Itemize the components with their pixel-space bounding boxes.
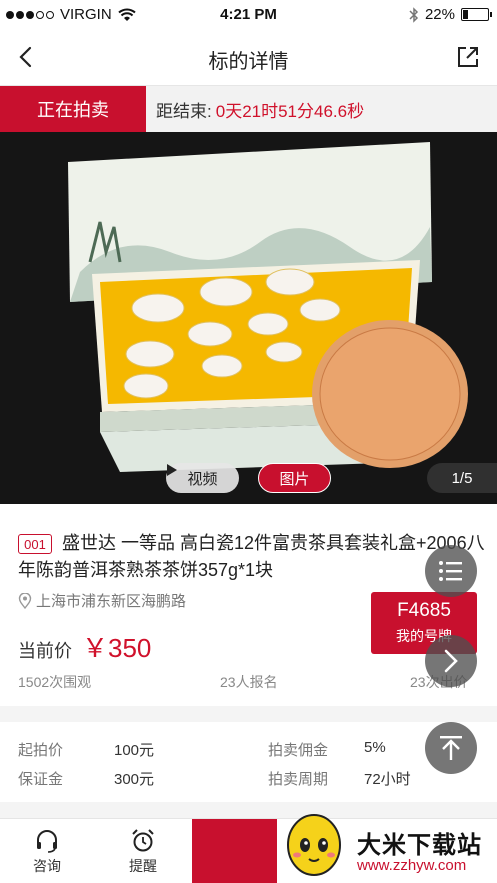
price-value: ￥350 xyxy=(82,633,152,663)
countdown-label: 距结束: xyxy=(156,101,212,121)
start-price-label: 起拍价 xyxy=(18,742,64,759)
product-image-carousel[interactable]: 视频 图片 1/5 xyxy=(0,132,497,504)
current-price: 当前价 ￥350 xyxy=(18,628,151,665)
nav-bar: 标的详情 xyxy=(0,30,497,86)
remind-button[interactable]: 提醒 xyxy=(98,819,188,883)
item-info-card: 盛世达 一等品 高白瓷12件富贵茶具套装礼盒+2006八年陈韵普洱茶熟茶茶饼35… xyxy=(0,504,497,706)
consult-label: 咨询 xyxy=(33,858,61,874)
product-photo xyxy=(0,132,497,504)
mascot-logo xyxy=(287,814,341,876)
watermark-name: 大米下载站 xyxy=(357,832,482,859)
auction-status-bar: 正在拍卖 距结束: 0天21时51分46.6秒 xyxy=(0,86,497,132)
price-label: 当前价 xyxy=(18,641,72,661)
image-counter: 1/5 xyxy=(427,463,497,493)
commission-label: 拍卖佣金 xyxy=(268,742,329,759)
start-price-value: 100元 xyxy=(114,742,155,759)
video-button[interactable]: 视频 xyxy=(166,463,239,493)
scroll-top-fab[interactable] xyxy=(425,722,477,774)
registrations-count: 23人报名 xyxy=(220,674,278,690)
watermark: 大米下载站 www.zzhyw.com xyxy=(277,814,497,883)
bid-action-button[interactable] xyxy=(192,819,277,883)
deposit-label: 保证金 xyxy=(18,771,64,788)
lot-number-tag: 001 xyxy=(18,534,52,554)
commission-value: 5% xyxy=(364,739,386,756)
alarm-clock-icon xyxy=(132,829,154,852)
period-value: 72小时 xyxy=(364,771,411,788)
fee-details-card: 起拍价 100元 拍卖佣金 5% 保证金 300元 拍卖周期 72小时 xyxy=(0,722,497,802)
menu-fab[interactable] xyxy=(425,545,477,597)
list-menu-icon xyxy=(439,561,462,581)
battery-percent: 22% xyxy=(424,6,455,23)
share-icon[interactable] xyxy=(455,44,481,70)
countdown: 距结束: 0天21时51分46.6秒 xyxy=(146,86,497,132)
bottom-toolbar: 咨询 提醒 大米下载站 www.zzhyw.com xyxy=(0,814,497,883)
location-pin-icon xyxy=(18,592,32,609)
video-label: 视频 xyxy=(187,470,218,488)
deposit-value: 300元 xyxy=(114,771,155,788)
remind-label: 提醒 xyxy=(129,858,157,874)
countdown-value: 0天21时51分46.6秒 xyxy=(215,101,365,121)
location-text: 上海市浦东新区海鹏路 xyxy=(36,593,187,610)
auction-status-badge: 正在拍卖 xyxy=(0,86,146,132)
consult-button[interactable]: 咨询 xyxy=(2,819,92,883)
item-title: 盛世达 一等品 高白瓷12件富贵茶具套装礼盒+2006八年陈韵普洱茶熟茶茶饼35… xyxy=(18,533,485,580)
arrow-up-icon xyxy=(440,736,462,760)
item-location: 上海市浦东新区海鹏路 xyxy=(18,590,186,611)
paddle-number: F4685 xyxy=(397,600,451,621)
play-icon xyxy=(167,464,177,476)
headset-icon xyxy=(37,830,57,853)
period-label: 拍卖周期 xyxy=(268,771,329,788)
chevron-right-icon xyxy=(444,649,458,673)
bluetooth-icon xyxy=(409,6,419,23)
battery-icon xyxy=(461,8,492,21)
watermark-url: www.zzhyw.com xyxy=(357,857,467,874)
next-fab[interactable] xyxy=(425,635,477,687)
page-title: 标的详情 xyxy=(208,51,289,73)
status-bar: VIRGIN 4:21 PM 22% xyxy=(0,0,497,30)
picture-button[interactable]: 图片 xyxy=(258,463,331,493)
views-count: 1502次围观 xyxy=(18,674,92,690)
